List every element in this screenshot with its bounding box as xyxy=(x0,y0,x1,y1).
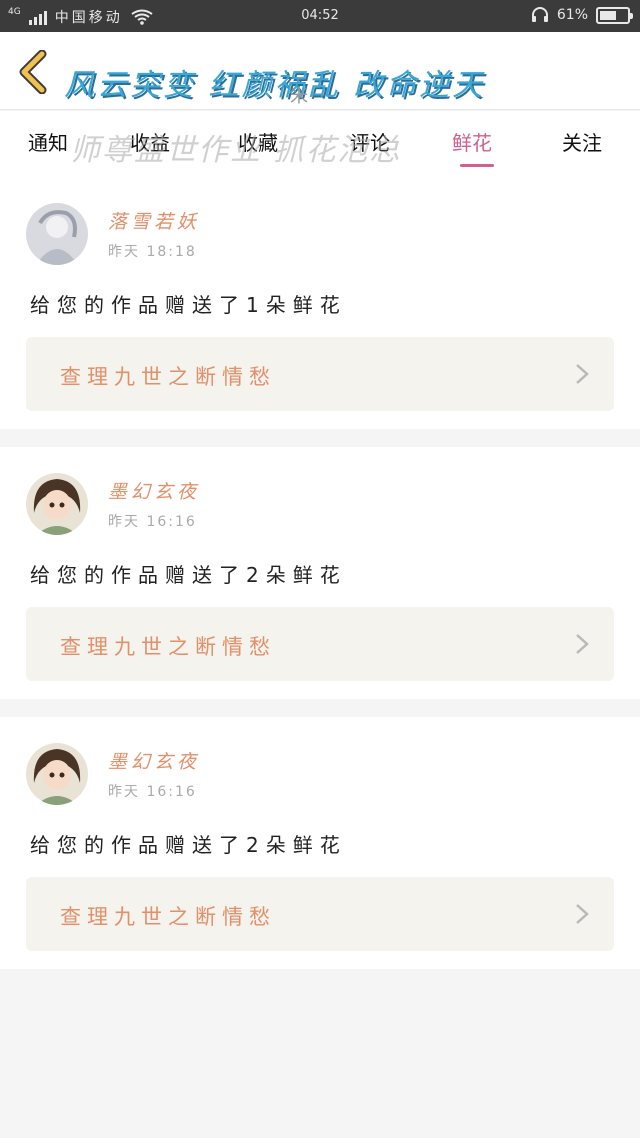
work-link[interactable]: 查理九世之断情愁 xyxy=(26,337,614,411)
tab-notice[interactable]: 通知 xyxy=(28,127,68,156)
username[interactable]: 墨幻玄夜 xyxy=(108,477,200,504)
active-tab-indicator xyxy=(460,164,494,167)
chevron-left-icon[interactable] xyxy=(16,50,52,94)
page-title: 风云突变 红颜祸乱 改命逆天 xyxy=(64,68,486,103)
notification-card: 墨幻玄夜 昨天 16:16 给您的作品赠送了2朵鲜花 查理九世之断情愁 xyxy=(0,447,640,699)
timestamp: 昨天 16:16 xyxy=(108,784,197,800)
work-title: 查理九世之断情愁 xyxy=(60,635,276,659)
battery-icon xyxy=(596,6,633,24)
avatar[interactable] xyxy=(26,473,88,535)
page-header: 风云突变 红颜祸乱 改命逆天 米 xyxy=(0,32,640,110)
work-link[interactable]: 查理九世之断情愁 xyxy=(26,877,614,951)
notification-message: 给您的作品赠送了2朵鲜花 xyxy=(30,563,347,587)
timestamp: 昨天 16:16 xyxy=(108,514,197,530)
username[interactable]: 落雪若妖 xyxy=(108,207,200,234)
chevron-right-icon xyxy=(576,364,589,384)
avatar[interactable] xyxy=(26,743,88,805)
tab-follows[interactable]: 关注 xyxy=(562,127,602,156)
headset-icon xyxy=(531,7,548,22)
avatar[interactable] xyxy=(26,203,88,265)
battery-fill xyxy=(600,10,616,20)
timestamp: 昨天 18:18 xyxy=(108,244,197,260)
chevron-right-icon xyxy=(576,634,589,654)
status-right: 61% xyxy=(531,6,633,24)
work-title: 查理九世之断情愁 xyxy=(60,905,276,929)
tab-flowers[interactable]: 鲜花 xyxy=(452,127,492,156)
work-link[interactable]: 查理九世之断情愁 xyxy=(26,607,614,681)
work-title: 查理九世之断情愁 xyxy=(60,365,276,389)
status-bar: 4G 中国移动 04:52 61% xyxy=(0,0,640,32)
chevron-right-icon xyxy=(576,904,589,924)
notification-card: 落雪若妖 昨天 18:18 给您的作品赠送了1朵鲜花 查理九世之断情愁 xyxy=(0,177,640,429)
notification-message: 给您的作品赠送了2朵鲜花 xyxy=(30,833,347,857)
tab-overlay-text: 师尊盛世作业 抓花泡总 xyxy=(70,133,402,168)
notification-card: 墨幻玄夜 昨天 16:16 给您的作品赠送了2朵鲜花 查理九世之断情愁 xyxy=(0,717,640,969)
battery-percent: 61% xyxy=(556,7,588,23)
notification-message: 给您的作品赠送了1朵鲜花 xyxy=(30,293,347,317)
tab-bar: 通知 收益 收藏 评论 鲜花 关注 师尊盛世作业 抓花泡总 xyxy=(0,111,640,177)
title-mark: 米 xyxy=(290,86,308,107)
username[interactable]: 墨幻玄夜 xyxy=(108,747,200,774)
